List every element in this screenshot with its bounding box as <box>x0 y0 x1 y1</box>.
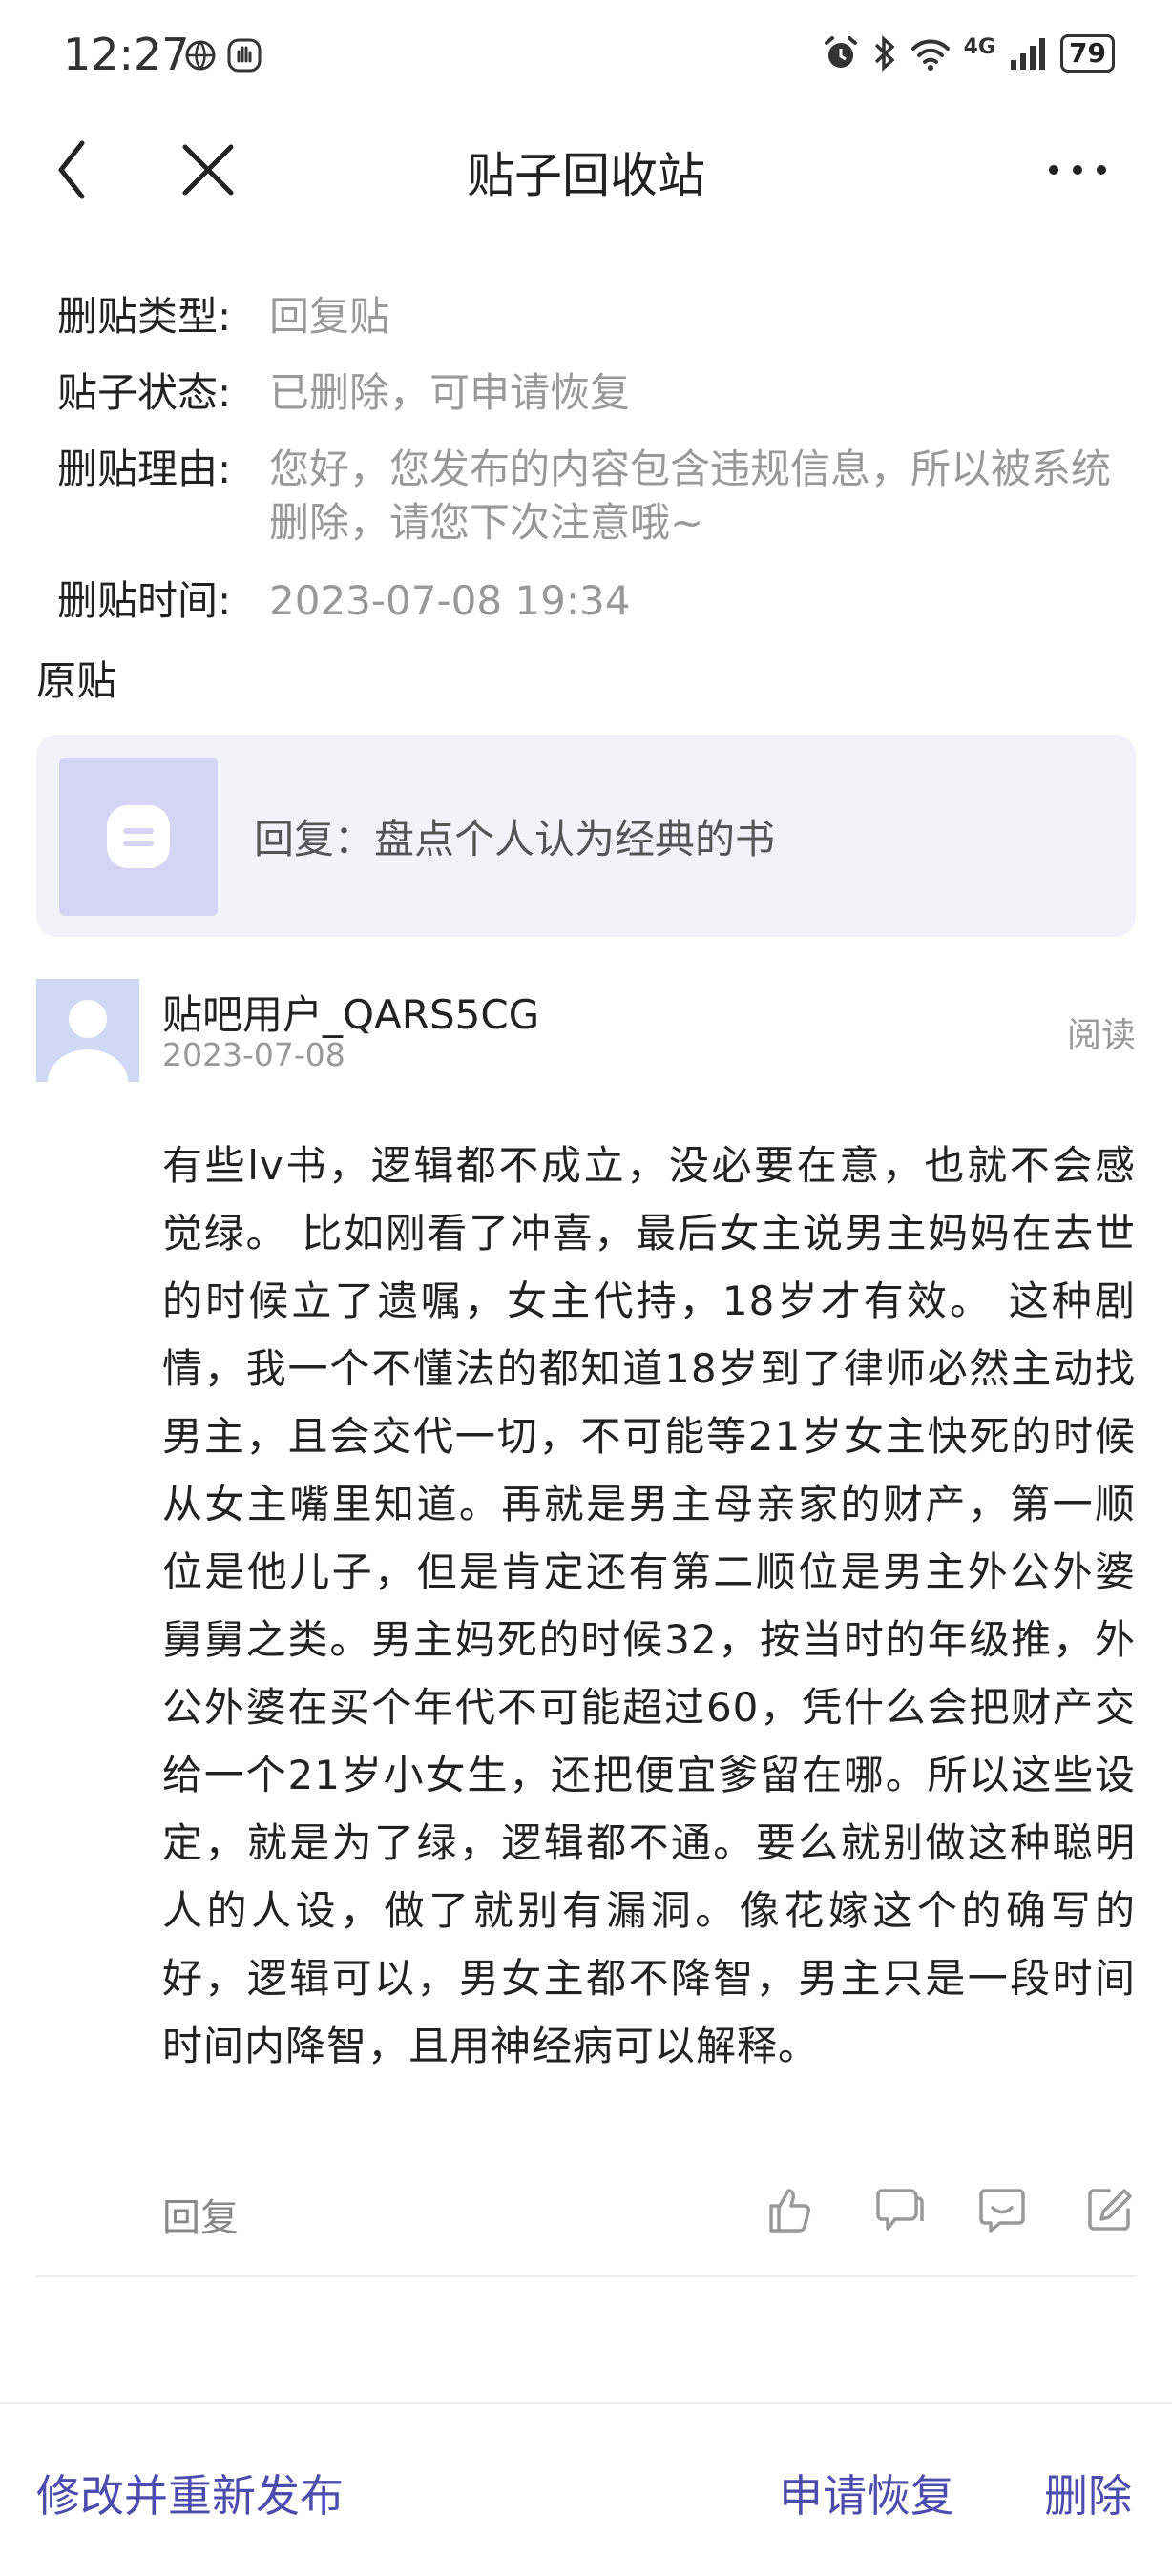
bottom-bar-divider <box>0 2402 1172 2404</box>
original-post-text: 回复：盘点个人认为经典的书 <box>254 816 776 862</box>
read-link[interactable]: 阅读 <box>1067 1008 1136 1057</box>
dislike-icon[interactable] <box>874 2185 924 2234</box>
wifi-icon <box>910 39 950 71</box>
post-body: 有些lv书，逻辑都不成立，没必要在意，也就不会感觉绿。 比如刚看了冲喜，最后女主… <box>162 1142 1136 2069</box>
signal-icon <box>1011 38 1046 70</box>
edit-icon[interactable] <box>1084 2185 1134 2234</box>
delete-type-value: 回复贴 <box>269 293 390 340</box>
battery-indicator: 79 <box>1060 34 1115 73</box>
delete-reason-row: 删贴理由: 您好，您发布的内容包含违规信息，所以被系统删除，请您下次注意哦~ <box>57 443 1147 550</box>
page-title: 贴子回收站 <box>467 148 705 203</box>
delete-time-value: 2023-07-08 19:34 <box>269 577 631 624</box>
user-avatar-icon <box>48 1000 128 1082</box>
status-icons: 4G 79 <box>823 34 1115 73</box>
status-time: 12:27 <box>63 29 190 80</box>
delete-time-label: 删贴时间: <box>57 577 232 624</box>
globe-icon <box>185 40 216 71</box>
bluetooth-icon <box>874 35 895 72</box>
comment-icon[interactable] <box>977 2185 1027 2234</box>
delete-type-row: 删贴类型: 回复贴 <box>57 290 1172 343</box>
post-status-value: 已删除，可申请恢复 <box>269 369 631 416</box>
divider <box>36 2275 1136 2277</box>
post-status-label: 贴子状态: <box>57 369 232 416</box>
hand-icon <box>227 38 262 73</box>
alarm-icon <box>824 36 857 68</box>
original-post-title: 原贴 <box>36 657 117 704</box>
username[interactable]: 贴吧用户_QARS5CG <box>162 983 539 1041</box>
restore-request-button[interactable]: 申请恢复 <box>779 2462 954 2524</box>
more-icon[interactable] <box>1046 162 1109 177</box>
post-status-row: 贴子状态: 已删除，可申请恢复 <box>57 366 1172 420</box>
edit-republish-button[interactable]: 修改并重新发布 <box>36 2462 344 2524</box>
like-icon[interactable] <box>765 2185 815 2234</box>
delete-reason-value: 您好，您发布的内容包含违规信息，所以被系统删除，请您下次注意哦~ <box>269 446 1112 546</box>
original-post-card[interactable]: 回复：盘点个人认为经典的书 <box>36 735 1136 937</box>
avatar[interactable] <box>36 979 139 1082</box>
delete-button[interactable]: 删除 <box>1044 2462 1132 2524</box>
thread-thumbnail <box>59 758 218 916</box>
thread-icon <box>107 805 170 868</box>
delete-type-label: 删贴类型: <box>57 293 232 340</box>
delete-time-row: 删贴时间: 2023-07-08 19:34 <box>57 574 1172 628</box>
delete-reason-label: 删贴理由: <box>57 446 232 492</box>
network-type: 4G <box>963 34 996 59</box>
post-date: 2023-07-08 <box>162 1036 345 1073</box>
reply-button[interactable]: 回复 <box>162 2187 239 2242</box>
